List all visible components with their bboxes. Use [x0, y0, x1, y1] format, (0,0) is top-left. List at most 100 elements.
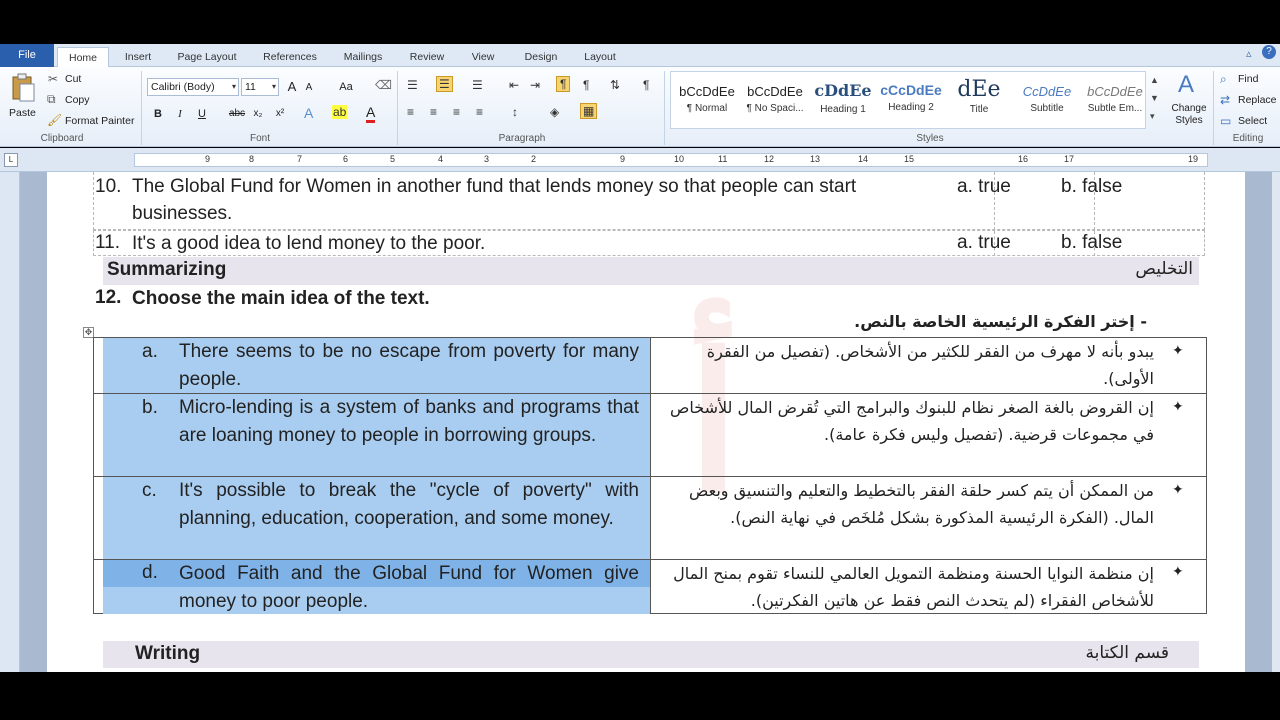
minimize-ribbon-icon[interactable]: ▵: [1246, 47, 1252, 60]
justify-icon[interactable]: ≡: [476, 105, 483, 119]
tab-insert[interactable]: Insert: [115, 47, 161, 67]
style-heading-2[interactable]: cCcDdEe Heading 2: [877, 75, 945, 125]
select-button[interactable]: Select: [1238, 115, 1267, 127]
align-center-icon[interactable]: ≡: [430, 105, 437, 119]
option-text-en[interactable]: Good Faith and the Global Fund for Women…: [179, 560, 639, 615]
option-a[interactable]: a. true: [957, 176, 1011, 198]
underline-button[interactable]: U: [194, 105, 210, 123]
option-text-en[interactable]: It's possible to break the "cycle of pov…: [179, 477, 639, 532]
ruler-mark: 6: [343, 154, 349, 164]
styles-gallery: bCcDdEe ¶ Normal bCcDdEe ¶ No Spaci... c…: [670, 71, 1146, 129]
option-text-ar[interactable]: يبدو بأنه لا مهرف من الفقر للكثير من الأ…: [660, 338, 1154, 392]
styles-scroll-down-icon[interactable]: ▼: [1150, 93, 1159, 103]
tab-selector-icon[interactable]: L: [4, 153, 18, 167]
tab-view[interactable]: View: [460, 47, 506, 67]
cell-border: [650, 477, 651, 559]
tab-references[interactable]: References: [252, 47, 328, 67]
option-text-ar[interactable]: إن منظمة النوايا الحسنة ومنظمة التمويل ا…: [660, 560, 1154, 614]
align-left-icon[interactable]: ≡: [407, 105, 414, 119]
change-case-button[interactable]: Aa: [335, 78, 357, 96]
question-number: 12.: [95, 287, 122, 308]
ltr-direction-icon[interactable]: ¶: [556, 76, 571, 92]
change-styles-button[interactable]: A Change Styles: [1166, 71, 1210, 129]
highlight-icon[interactable]: ab: [332, 105, 348, 119]
subscript-button[interactable]: x₂: [250, 105, 266, 123]
ruler-bar: [134, 153, 1208, 167]
bullets-icon[interactable]: ☰: [407, 78, 418, 92]
paste-button[interactable]: Paste: [6, 71, 40, 127]
select-icon: ▭: [1220, 114, 1232, 128]
multilevel-list-icon[interactable]: ☰: [472, 78, 483, 92]
style-normal[interactable]: bCcDdEe ¶ Normal: [673, 75, 741, 125]
cut-button[interactable]: Cut: [65, 73, 81, 85]
sort-icon[interactable]: ⇅: [610, 78, 620, 92]
font-color-icon[interactable]: A: [366, 104, 376, 123]
style-heading-1[interactable]: cDdEe Heading 1: [809, 75, 877, 125]
font-group-label: Font: [249, 133, 270, 144]
numbering-icon[interactable]: ☰: [436, 76, 453, 92]
option-text-en[interactable]: Micro-lending is a system of banks and p…: [179, 394, 639, 449]
increase-indent-icon[interactable]: ⇥: [530, 78, 540, 92]
paste-label: Paste: [9, 107, 36, 119]
tab-table-layout[interactable]: Layout: [574, 47, 626, 67]
align-right-icon[interactable]: ≡: [453, 105, 460, 119]
table-row: d. Good Faith and the Global Fund for Wo…: [94, 560, 1206, 614]
section-title-ar: التخليص: [1135, 259, 1193, 279]
show-formatting-icon[interactable]: ¶: [643, 78, 649, 92]
cut-icon: ✂: [48, 72, 59, 86]
style-no-spacing[interactable]: bCcDdEe ¶ No Spaci...: [741, 75, 809, 125]
help-icon[interactable]: ?: [1262, 45, 1276, 59]
tab-page-layout[interactable]: Page Layout: [168, 47, 246, 67]
copy-button[interactable]: Copy: [65, 94, 90, 106]
horizontal-ruler[interactable]: L 9 8 7 6 5 4 3 2 9 10 11 12 13 14 15 16…: [0, 148, 1280, 172]
style-name: ¶ No Spaci...: [746, 103, 804, 114]
font-name-combo[interactable]: Calibri (Body) ▾: [147, 78, 239, 96]
borders-icon[interactable]: ▦: [580, 103, 598, 119]
option-text-en[interactable]: There seems to be no escape from poverty…: [179, 338, 639, 393]
style-name: Subtle Em...: [1087, 103, 1143, 114]
tab-file[interactable]: File: [0, 44, 54, 67]
group-separator: [141, 71, 142, 145]
styles-scroll-up-icon[interactable]: ▲: [1150, 75, 1159, 85]
font-size-combo[interactable]: 11 ▾: [241, 78, 279, 96]
style-subtle-emphasis[interactable]: bCcDdEe Subtle Em...: [1081, 75, 1149, 125]
vertical-ruler[interactable]: [0, 172, 20, 672]
rtl-direction-icon[interactable]: ¶: [583, 78, 589, 92]
option-text-ar[interactable]: من الممكن أن يتم كسر حلقة الفقر بالتخطيط…: [660, 477, 1154, 531]
document-area: مـ أ 10. The Global Fund for Women in an…: [20, 172, 1272, 672]
shading-icon[interactable]: ◈: [550, 105, 559, 119]
replace-button[interactable]: Replace: [1238, 94, 1277, 106]
arabic-instruction: - إختر الفكرة الرئيسية الخاصة بالنص.: [854, 312, 1147, 331]
styles-more-icon[interactable]: ▾: [1150, 111, 1155, 122]
tab-home[interactable]: Home: [57, 47, 109, 68]
tab-review[interactable]: Review: [400, 47, 454, 67]
document-page[interactable]: مـ أ 10. The Global Fund for Women in an…: [47, 172, 1245, 672]
font-name-value: Calibri (Body): [151, 81, 215, 93]
tab-table-design[interactable]: Design: [512, 47, 570, 67]
vertical-scrollbar[interactable]: [1272, 172, 1280, 672]
option-b[interactable]: b. false: [1061, 176, 1122, 198]
find-button[interactable]: Find: [1238, 73, 1258, 85]
style-title[interactable]: dEe Title: [945, 75, 1013, 125]
grow-font-button[interactable]: A: [284, 78, 300, 96]
superscript-button[interactable]: x²: [272, 105, 288, 123]
question-text: It's a good idea to lend money to the po…: [132, 233, 486, 254]
line-spacing-icon[interactable]: ↕: [512, 105, 518, 119]
option-text-ar[interactable]: إن القروض بالغة الصغر نظام للبنوك والبرا…: [660, 394, 1154, 448]
text-effects-icon[interactable]: A: [304, 105, 313, 121]
bold-button[interactable]: B: [150, 105, 166, 123]
tab-mailings[interactable]: Mailings: [334, 47, 392, 67]
shrink-font-button[interactable]: A: [302, 79, 316, 97]
option-b[interactable]: b. false: [1061, 232, 1122, 254]
clear-formatting-icon[interactable]: ⌫: [375, 78, 392, 92]
strikethrough-button[interactable]: abc: [226, 105, 248, 123]
option-a[interactable]: a. true: [957, 232, 1011, 254]
group-separator: [664, 71, 665, 145]
main-idea-table: a. There seems to be no escape from pove…: [93, 337, 1207, 614]
italic-button[interactable]: I: [172, 105, 188, 123]
format-painter-button[interactable]: Format Painter: [65, 115, 134, 127]
decrease-indent-icon[interactable]: ⇤: [509, 78, 519, 92]
style-name: Title: [969, 104, 989, 115]
bullet-icon: ✦: [1172, 481, 1184, 497]
style-subtitle[interactable]: CcDdEe Subtitle: [1013, 75, 1081, 125]
